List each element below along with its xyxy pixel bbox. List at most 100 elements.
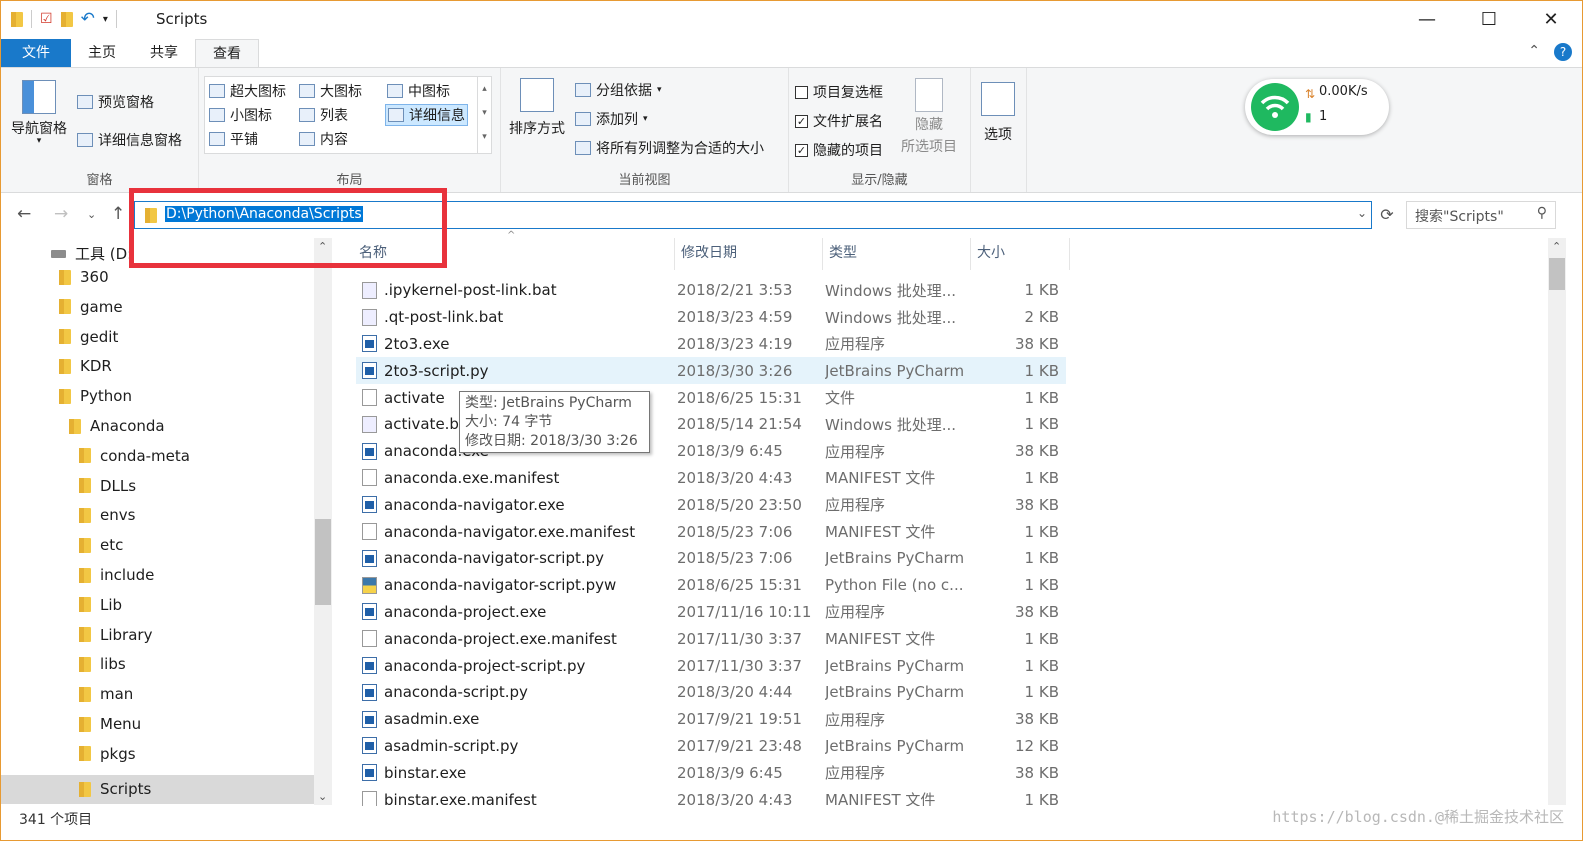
window-title: Scripts <box>156 10 208 28</box>
file-row[interactable]: anaconda-project.exe.manifest 2017/11/30 … <box>356 625 1066 652</box>
recent-locations-icon[interactable]: ⌄ <box>87 208 96 221</box>
file-row[interactable]: 2to3-script.py 2018/3/30 3:26 JetBrains Py… <box>356 357 1066 385</box>
nav-item-label: gedit <box>80 327 119 346</box>
file-name-cell: anaconda-navigator-script.pyw <box>356 576 677 594</box>
nav-item-360[interactable]: 360 <box>59 268 109 286</box>
close-button[interactable]: ✕ <box>1520 1 1582 37</box>
details-pane-button[interactable]: 详细信息窗格 <box>77 130 182 150</box>
nav-item-game[interactable]: game <box>59 298 123 316</box>
tab-share[interactable]: 共享 <box>133 39 195 67</box>
nav-item-libs[interactable]: libs <box>79 655 126 673</box>
properties-check-icon[interactable]: ☑ <box>40 11 53 27</box>
search-box[interactable]: 搜索"Scripts" ⚲ <box>1406 201 1556 229</box>
column-type[interactable]: 类型 <box>823 238 971 270</box>
add-columns-label: 添加列 <box>596 112 638 128</box>
nav-scrollbar[interactable]: ⌃ ⌄ <box>314 238 332 805</box>
file-name-cell: anaconda-project-script.py <box>356 657 677 675</box>
size-all-columns-button[interactable]: 将所有列调整为合适的大小 <box>575 138 764 158</box>
layout-large-icons[interactable]: 大图标 <box>299 81 362 101</box>
file-scroll-thumb[interactable] <box>1549 258 1565 290</box>
nav-item-gedit[interactable]: gedit <box>59 328 118 346</box>
new-folder-icon[interactable] <box>60 11 73 27</box>
device-icon: ▮ <box>1305 110 1312 124</box>
qat-dropdown-icon[interactable]: ▾ <box>103 14 108 25</box>
nav-item-library[interactable]: Library <box>79 626 152 644</box>
options-button[interactable]: 选项 <box>981 82 1015 144</box>
item-checkboxes-toggle[interactable]: 项目复选框 <box>795 82 883 102</box>
checkbox[interactable]: ✓ <box>795 114 808 128</box>
layout-list[interactable]: 列表 <box>299 105 348 125</box>
checkbox[interactable] <box>795 85 808 99</box>
layout-label: 超大图标 <box>230 84 286 100</box>
layout-medium-icons[interactable]: 中图标 <box>387 81 450 101</box>
file-row[interactable]: anaconda-navigator.exe.manifest 2018/5/23… <box>356 518 1066 545</box>
python-file-icon <box>362 576 377 594</box>
file-extensions-toggle[interactable]: ✓ 文件扩展名 <box>795 111 883 131</box>
forward-arrow-icon[interactable]: → <box>54 204 68 224</box>
back-arrow-icon[interactable]: ← <box>17 204 31 224</box>
nav-scroll-thumb[interactable] <box>315 519 331 605</box>
nav-item-pkgs[interactable]: pkgs <box>79 745 136 763</box>
nav-item-python[interactable]: Python <box>59 387 132 405</box>
chevron-down-icon[interactable]: ⌄ <box>1357 206 1367 220</box>
minimize-button[interactable]: — <box>1396 1 1458 37</box>
file-row[interactable]: .ipykernel-post-link.bat 2018/2/21 3:53 Wi… <box>356 277 1066 304</box>
tab-home[interactable]: 主页 <box>71 39 133 67</box>
tab-file[interactable]: 文件 <box>1 39 71 67</box>
nav-item-envs[interactable]: envs <box>79 506 135 524</box>
nav-item-label: etc <box>100 536 124 555</box>
sort-by-button[interactable]: 排序方式 <box>509 78 565 138</box>
file-row[interactable]: anaconda-navigator-script.py 2018/5/23 7:… <box>356 545 1066 572</box>
hidden-items-toggle[interactable]: ✓ 隐藏的项目 <box>795 140 883 160</box>
refresh-icon[interactable]: ⟳ <box>1375 202 1399 228</box>
nav-item-anaconda[interactable]: Anaconda <box>69 417 165 435</box>
preview-pane-button[interactable]: 预览窗格 <box>77 92 154 112</box>
scroll-down-icon[interactable]: ⌄ <box>318 790 327 803</box>
nav-item-menu[interactable]: Menu <box>79 715 141 733</box>
layout-details[interactable]: 详细信息 <box>385 104 468 126</box>
file-row[interactable]: anaconda-navigator.exe 2018/5/20 23:50 应用程… <box>356 491 1066 518</box>
navigation-pane-button[interactable]: 导航窗格 ▾ <box>11 80 67 146</box>
nav-item-include[interactable]: include <box>79 566 154 584</box>
nav-item-etc[interactable]: etc <box>79 536 123 554</box>
column-size[interactable]: 大小 <box>971 238 1070 270</box>
file-row[interactable]: .qt-post-link.bat 2018/3/23 4:59 Windows 批… <box>356 304 1066 331</box>
nav-item-conda-meta[interactable]: conda-meta <box>79 447 190 465</box>
layout-content[interactable]: 内容 <box>299 129 348 149</box>
layout-small-icons[interactable]: 小图标 <box>209 105 272 125</box>
help-icon[interactable]: ? <box>1554 43 1572 61</box>
collapse-ribbon-icon[interactable]: ⌃ <box>1528 43 1540 61</box>
add-columns-button[interactable]: 添加列 ▾ <box>575 109 648 129</box>
nav-item-kdr[interactable]: KDR <box>59 357 112 375</box>
network-speed-widget[interactable]: ⇅ 0.00K/s ▮ 1 <box>1245 79 1389 135</box>
file-icon <box>362 469 377 487</box>
file-row[interactable]: asadmin-script.py 2017/9/21 23:48 JetBrain… <box>356 733 1066 760</box>
nav-item-drive[interactable]: 工具 (D: <box>51 243 132 264</box>
nav-item-man[interactable]: man <box>79 685 133 703</box>
file-row[interactable]: anaconda.exe.manifest 2018/3/20 4:43 MANIF… <box>356 465 1066 492</box>
undo-icon[interactable]: ↶ <box>81 9 95 29</box>
nav-item-dlls[interactable]: DLLs <box>79 477 136 495</box>
file-name: anaconda.exe.manifest <box>384 468 560 487</box>
layout-extra-large-icons[interactable]: 超大图标 <box>209 81 286 101</box>
up-arrow-icon[interactable]: ↑ <box>111 204 125 224</box>
maximize-button[interactable]: ☐ <box>1458 1 1520 37</box>
file-row[interactable]: asadmin.exe 2017/9/21 19:51 应用程序 38 KB <box>356 706 1066 733</box>
gallery-scroll[interactable]: ▴ ▾ ▾ <box>477 77 491 153</box>
file-row[interactable]: binstar.exe 2018/3/9 6:45 应用程序 38 KB <box>356 759 1066 786</box>
file-row[interactable]: 2to3.exe 2018/3/23 4:19 应用程序 38 KB <box>356 331 1066 358</box>
file-row[interactable]: anaconda-script.py 2018/3/20 4:44 JetBrain… <box>356 679 1066 706</box>
file-row[interactable]: anaconda-project.exe 2017/11/16 10:11 应用程序… <box>356 599 1066 626</box>
file-list-scrollbar[interactable]: ⌃ <box>1548 238 1566 805</box>
layout-tiles[interactable]: 平铺 <box>209 129 258 149</box>
nav-item-scripts[interactable]: Scripts <box>1 774 314 804</box>
checkbox[interactable]: ✓ <box>795 143 808 157</box>
file-row[interactable]: anaconda-navigator-script.pyw 2018/6/25 1… <box>356 572 1066 599</box>
scroll-up-icon[interactable]: ⌃ <box>1552 240 1561 253</box>
group-by-button[interactable]: 分组依据 ▾ <box>575 80 662 100</box>
column-date[interactable]: 修改日期 <box>675 238 823 270</box>
tab-view[interactable]: 查看 <box>195 39 259 67</box>
hide-selected-button[interactable]: 隐藏 所选项目 <box>901 78 957 156</box>
file-row[interactable]: anaconda-project-script.py 2017/11/30 3:3… <box>356 652 1066 679</box>
nav-item-lib[interactable]: Lib <box>79 596 122 614</box>
